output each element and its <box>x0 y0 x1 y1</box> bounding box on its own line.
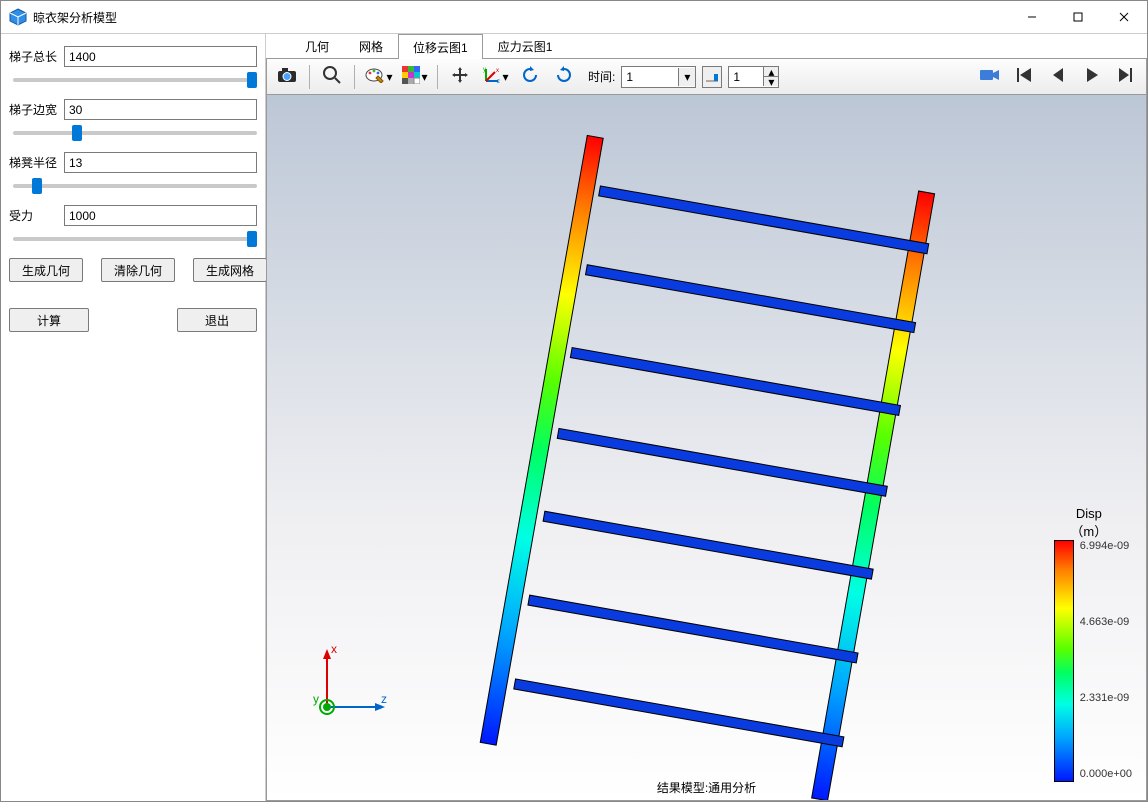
param-row-length: 梯子总长 <box>9 46 257 67</box>
window-minimize-button[interactable] <box>1009 1 1055 33</box>
axis-z-label: z <box>381 692 387 706</box>
param-slider-force[interactable] <box>13 237 257 241</box>
camera-icon <box>277 67 297 86</box>
legend-colorbar <box>1054 540 1074 782</box>
last-frame-button[interactable] <box>1110 62 1142 92</box>
param-slider-radius[interactable] <box>13 184 257 188</box>
axes-button[interactable]: x y z▾ <box>480 62 512 92</box>
rotate-ccw-icon <box>521 66 539 87</box>
generate-geometry-button[interactable]: 生成几何 <box>9 258 83 282</box>
app-icon <box>9 8 27 26</box>
window-close-button[interactable] <box>1101 1 1147 33</box>
svg-text:x: x <box>496 68 499 74</box>
rotate-ccw-button[interactable] <box>514 62 546 92</box>
tab-stress[interactable]: 应力云图1 <box>483 33 568 58</box>
time-step-input[interactable] <box>729 68 763 86</box>
time-label: 时间: <box>588 68 615 85</box>
record-button[interactable] <box>974 62 1006 92</box>
prev-frame-button[interactable] <box>1042 62 1074 92</box>
time-step-spinner[interactable]: ▴▾ <box>728 66 779 88</box>
viewport-status: 结果模型:通用分析 <box>267 779 1146 796</box>
param-slider-length[interactable] <box>13 78 257 82</box>
parameter-sidebar: 梯子总长 梯子边宽 梯凳半径 受力 生成几何 清除几何 <box>1 34 266 801</box>
legend-tick: 4.663e-09 <box>1080 616 1132 628</box>
camcorder-icon <box>980 68 1000 85</box>
color-legend: Disp （m） 6.994e-09 4.663e-09 2.331e-09 0.… <box>1046 506 1132 782</box>
generate-mesh-button[interactable]: 生成网格 <box>193 258 267 282</box>
param-slider-width[interactable] <box>13 131 257 135</box>
result-viewport[interactable]: x z y Disp （m） 6.994e-09 <box>266 95 1147 801</box>
app-window: 晾衣架分析模型 梯子总长 梯子边宽 梯凳半径 受力 <box>0 0 1148 802</box>
pan-icon <box>451 66 469 87</box>
tab-displacement[interactable]: 位移云图1 <box>398 34 483 59</box>
tab-geometry[interactable]: 几何 <box>290 33 344 58</box>
time-combo-input[interactable] <box>622 68 678 86</box>
rotate-cw-icon <box>555 66 573 87</box>
svg-text:z: z <box>497 79 500 84</box>
skip-end-icon <box>1119 68 1133 85</box>
rotate-cw-button[interactable] <box>548 62 580 92</box>
chevron-down-icon[interactable]: ▾ <box>678 68 695 86</box>
time-combo[interactable]: ▾ <box>621 66 696 88</box>
param-label: 受力 <box>9 207 64 224</box>
first-frame-button[interactable] <box>1008 62 1040 92</box>
colormap-button[interactable]: ▾ <box>399 62 431 92</box>
paint-mode-button[interactable]: ▾ <box>363 62 395 92</box>
window-maximize-button[interactable] <box>1055 1 1101 33</box>
param-label: 梯子边宽 <box>9 101 64 118</box>
legend-title: Disp <box>1076 506 1102 521</box>
play-button[interactable] <box>1076 62 1108 92</box>
title-bar: 晾衣架分析模型 <box>1 1 1147 34</box>
main-pane: 几何 网格 位移云图1 应力云图1 ▾ ▾ xyz▾ 时间: <box>266 34 1147 801</box>
magnifier-icon <box>322 65 342 88</box>
spin-down-icon[interactable]: ▾ <box>763 77 778 86</box>
param-label: 梯子总长 <box>9 48 64 65</box>
axes-icon: x y z <box>483 66 501 87</box>
param-input-width[interactable] <box>64 99 257 120</box>
pan-button[interactable] <box>444 62 476 92</box>
play-icon <box>1085 68 1099 85</box>
param-input-force[interactable] <box>64 205 257 226</box>
param-input-radius[interactable] <box>64 152 257 173</box>
orientation-triad: x z y <box>307 637 397 730</box>
param-row-force: 受力 <box>9 205 257 226</box>
tab-mesh[interactable]: 网格 <box>344 33 398 58</box>
param-input-length[interactable] <box>64 46 257 67</box>
chevron-down-icon: ▾ <box>502 70 508 84</box>
clear-geometry-button[interactable]: 清除几何 <box>101 258 175 282</box>
screenshot-button[interactable] <box>271 62 303 92</box>
exit-button[interactable]: 退出 <box>177 308 257 332</box>
skip-start-icon <box>1017 68 1031 85</box>
svg-text:y: y <box>483 67 486 73</box>
param-row-width: 梯子边宽 <box>9 99 257 120</box>
zoom-button[interactable] <box>316 62 348 92</box>
compute-button[interactable]: 计算 <box>9 308 89 332</box>
color-cube-icon <box>402 66 420 87</box>
step-back-icon <box>1051 68 1065 85</box>
time-slider[interactable] <box>702 66 722 88</box>
viewport-toolbar: ▾ ▾ xyz▾ 时间: ▾ ▴▾ <box>266 59 1147 95</box>
param-label: 梯凳半径 <box>9 154 64 171</box>
axis-y-label: y <box>313 692 319 706</box>
legend-tick: 2.331e-09 <box>1080 692 1132 704</box>
palette-icon <box>365 67 385 86</box>
param-row-radius: 梯凳半径 <box>9 152 257 173</box>
axis-x-label: x <box>331 642 337 656</box>
content-area: 梯子总长 梯子边宽 梯凳半径 受力 生成几何 清除几何 <box>1 34 1147 801</box>
window-title: 晾衣架分析模型 <box>33 9 117 26</box>
legend-tick: 6.994e-09 <box>1080 540 1132 552</box>
view-tabs: 几何 网格 位移云图1 应力云图1 <box>266 34 1147 59</box>
legend-unit: （m） <box>1070 524 1107 539</box>
chevron-down-icon: ▾ <box>421 70 427 84</box>
chevron-down-icon: ▾ <box>386 70 392 84</box>
legend-ticks: 6.994e-09 4.663e-09 2.331e-09 0.000e+00 <box>1080 540 1132 780</box>
